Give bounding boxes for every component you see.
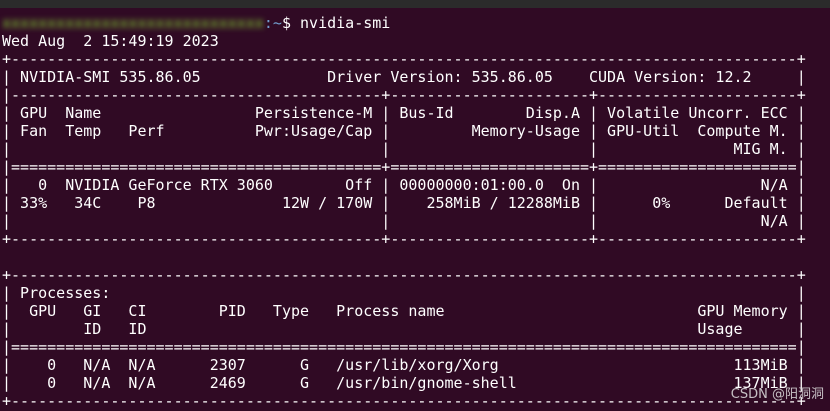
output-line: +---------------------------------------…	[2, 50, 806, 68]
output-line: +---------------------------------------…	[2, 266, 806, 284]
output-line: | 0 NVIDIA GeForce RTX 3060 Off | 000000…	[2, 176, 806, 194]
output-line: | NVIDIA-SMI 535.86.05 Driver Version: 5…	[2, 68, 806, 86]
output-line: | GPU Name Persistence-M | Bus-Id Disp.A…	[2, 104, 806, 122]
output-line: | ID ID Usage |	[2, 320, 806, 338]
output-line: | GPU GI CI PID Type Process name GPU Me…	[2, 302, 806, 320]
terminal-window[interactable]: xxxxxxxxxxxxxxxxxxxxxxxxxxxxx:~$ nvidia-…	[0, 0, 830, 411]
output-line: +---------------------------------------…	[2, 392, 806, 410]
output-line: | | | N/A |	[2, 212, 806, 230]
window-titlebar-edge	[0, 0, 830, 8]
prompt-user-host-redacted: xxxxxxxxxxxxxxxxxxxxxxxxxxxxx	[2, 14, 264, 32]
output-line: | Processes: |	[2, 284, 806, 302]
prompt-symbol: $	[281, 14, 291, 32]
prompt-path: :~	[263, 14, 282, 32]
prompt-command: nvidia-smi	[291, 14, 391, 32]
output-line: | | | MIG M. |	[2, 140, 806, 158]
output-line: | Fan Temp Perf Pwr:Usage/Cap | Memory-U…	[2, 122, 806, 140]
watermark: CSDN @阳洞洞	[730, 387, 824, 402]
prompt-line: xxxxxxxxxxxxxxxxxxxxxxxxxxxxx:~$ nvidia-…	[2, 14, 806, 32]
output-line: | 33% 34C P8 12W / 170W | 258MiB / 12288…	[2, 194, 806, 212]
output-line: |=======================================…	[2, 158, 806, 176]
output-line: Wed Aug 2 15:49:19 2023	[2, 32, 219, 50]
output-line: |=======================================…	[2, 338, 806, 356]
output-line: +---------------------------------------…	[2, 230, 806, 248]
terminal-screen[interactable]: xxxxxxxxxxxxxxxxxxxxxxxxxxxxx:~$ nvidia-…	[2, 14, 806, 410]
output-line: | 0 N/A N/A 2469 G /usr/bin/gnome-shell …	[2, 374, 806, 392]
output-line: |---------------------------------------…	[2, 86, 806, 104]
output-line: | 0 N/A N/A 2307 G /usr/lib/xorg/Xorg 11…	[2, 356, 806, 374]
